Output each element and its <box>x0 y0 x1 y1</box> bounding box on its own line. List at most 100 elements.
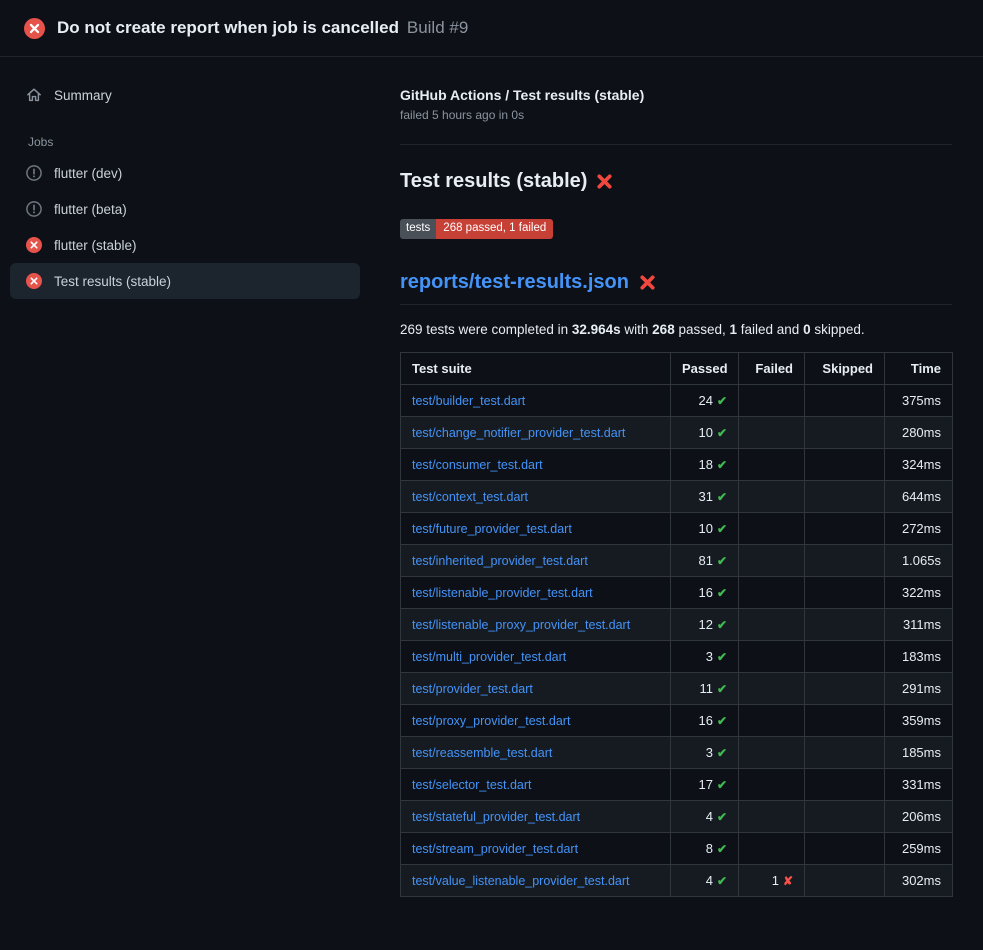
suite-link[interactable]: test/consumer_test.dart <box>412 458 543 472</box>
tests-badge: tests 268 passed, 1 failed <box>400 219 553 239</box>
breadcrumb: GitHub Actions / Test results (stable) <box>400 87 952 103</box>
suite-link[interactable]: test/stream_provider_test.dart <box>412 842 578 856</box>
suite-link[interactable]: test/reassemble_test.dart <box>412 746 552 760</box>
passed-count: 3 <box>706 745 713 760</box>
suite-link[interactable]: test/stateful_provider_test.dart <box>412 810 580 824</box>
sidebar-summary-label: Summary <box>54 88 112 103</box>
check-icon: ✔ <box>717 426 727 440</box>
table-row: test/reassemble_test.dart 3 ✔ 185ms <box>401 736 953 768</box>
col-time: Time <box>885 352 953 384</box>
page-title: Do not create report when job is cancell… <box>57 18 468 38</box>
table-row: test/listenable_proxy_provider_test.dart… <box>401 608 953 640</box>
suite-link[interactable]: test/value_listenable_provider_test.dart <box>412 874 630 888</box>
summary-text: 269 tests were completed in 32.964s with… <box>400 322 952 337</box>
suite-link[interactable]: test/selector_test.dart <box>412 778 532 792</box>
table-row: test/change_notifier_provider_test.dart … <box>401 416 953 448</box>
page: Do not create report when job is cancell… <box>0 0 983 950</box>
suite-link[interactable]: test/multi_provider_test.dart <box>412 650 566 664</box>
time-cell: 183ms <box>885 640 953 672</box>
suite-link[interactable]: test/context_test.dart <box>412 490 528 504</box>
main-content: GitHub Actions / Test results (stable) f… <box>376 57 983 950</box>
check-icon: ✔ <box>717 458 727 472</box>
divider <box>400 144 952 145</box>
col-passed: Passed <box>671 352 739 384</box>
time-cell: 1.065s <box>885 544 953 576</box>
section-title-text: Test results (stable) <box>400 170 587 193</box>
failed-count: 1 <box>772 873 779 888</box>
check-icon: ✔ <box>717 490 727 504</box>
passed-count: 4 <box>706 809 713 824</box>
x-mark-icon <box>595 172 614 191</box>
passed-count: 10 <box>698 521 712 536</box>
sidebar-item-summary[interactable]: Summary <box>10 77 360 113</box>
table-row: test/inherited_provider_test.dart 81 ✔ 1.… <box>401 544 953 576</box>
check-icon: ✔ <box>717 874 727 888</box>
suite-link[interactable]: test/listenable_proxy_provider_test.dart <box>412 618 630 632</box>
sidebar-job-item[interactable]: flutter (beta) <box>10 191 360 227</box>
section-title: Test results (stable) <box>400 170 952 193</box>
results-table: Test suite Passed Failed Skipped Time te… <box>400 352 953 897</box>
check-icon: ✔ <box>717 746 727 760</box>
time-cell: 272ms <box>885 512 953 544</box>
time-cell: 311ms <box>885 608 953 640</box>
suite-link[interactable]: test/proxy_provider_test.dart <box>412 714 570 728</box>
col-test-suite: Test suite <box>401 352 671 384</box>
table-row: test/stream_provider_test.dart 8 ✔ 259ms <box>401 832 953 864</box>
passed-count: 11 <box>699 681 713 696</box>
build-title: Do not create report when job is cancell… <box>57 18 399 37</box>
table-row: test/listenable_provider_test.dart 16✔ 3… <box>401 576 953 608</box>
table-row: test/builder_test.dart 24✔ 375ms <box>401 384 953 416</box>
check-icon: ✔ <box>717 682 727 696</box>
time-cell: 280ms <box>885 416 953 448</box>
time-cell: 259ms <box>885 832 953 864</box>
suite-link[interactable]: test/listenable_provider_test.dart <box>412 586 593 600</box>
time-cell: 291ms <box>885 672 953 704</box>
check-icon: ✔ <box>717 554 727 568</box>
sidebar-job-item[interactable]: flutter (stable) <box>10 227 360 263</box>
suite-link[interactable]: test/provider_test.dart <box>412 682 533 696</box>
suite-link[interactable]: test/future_provider_test.dart <box>412 522 572 536</box>
passed-count: 12 <box>698 617 712 632</box>
table-row: test/provider_test.dart 11 ✔ 291ms <box>401 672 953 704</box>
x-mark-icon: ✘ <box>783 874 793 888</box>
passed-count: 16 <box>698 713 712 728</box>
time-cell: 302ms <box>885 864 953 896</box>
run-meta: failed 5 hours ago in 0s <box>400 108 952 122</box>
col-skipped: Skipped <box>805 352 885 384</box>
passed-count: 8 <box>706 841 713 856</box>
time-cell: 644ms <box>885 480 953 512</box>
check-icon: ✔ <box>717 618 727 632</box>
table-row: test/proxy_provider_test.dart 16 ✔ 359ms <box>401 704 953 736</box>
suite-link[interactable]: test/change_notifier_provider_test.dart <box>412 426 625 440</box>
table-row: test/multi_provider_test.dart 3✔ 183ms <box>401 640 953 672</box>
col-failed: Failed <box>739 352 805 384</box>
passed-count: 18 <box>698 457 712 472</box>
sidebar-job-item[interactable]: flutter (dev) <box>10 155 360 191</box>
time-cell: 206ms <box>885 800 953 832</box>
passed-count: 31 <box>698 489 712 504</box>
table-row: test/context_test.dart 31 ✔ 644ms <box>401 480 953 512</box>
jobs-list: flutter (dev) flutter (beta) <box>10 155 360 299</box>
job-label: flutter (dev) <box>54 166 122 181</box>
x-circle-fill-icon <box>26 237 42 253</box>
sidebar: Summary Jobs flutter (dev) <box>0 57 376 950</box>
passed-count: 10 <box>698 425 712 440</box>
neutral-circle-icon <box>26 165 42 181</box>
table-row: test/consumer_test.dart 18✔ 324ms <box>401 448 953 480</box>
passed-count: 81 <box>698 553 712 568</box>
suite-link[interactable]: test/builder_test.dart <box>412 394 525 408</box>
passed-count: 24 <box>698 393 712 408</box>
time-cell: 322ms <box>885 576 953 608</box>
badge-label: tests <box>400 219 436 239</box>
report-link[interactable]: reports/test-results.json <box>400 271 629 294</box>
sidebar-job-item[interactable]: Test results (stable) <box>10 263 360 299</box>
jobs-heading: Jobs <box>10 135 360 149</box>
suite-link[interactable]: test/inherited_provider_test.dart <box>412 554 588 568</box>
table-row: test/stateful_provider_test.dart 4✔ 206m… <box>401 800 953 832</box>
time-cell: 359ms <box>885 704 953 736</box>
check-icon: ✔ <box>717 842 727 856</box>
check-icon: ✔ <box>717 714 727 728</box>
report-title: reports/test-results.json <box>400 271 952 305</box>
time-cell: 185ms <box>885 736 953 768</box>
job-label: flutter (beta) <box>54 202 127 217</box>
